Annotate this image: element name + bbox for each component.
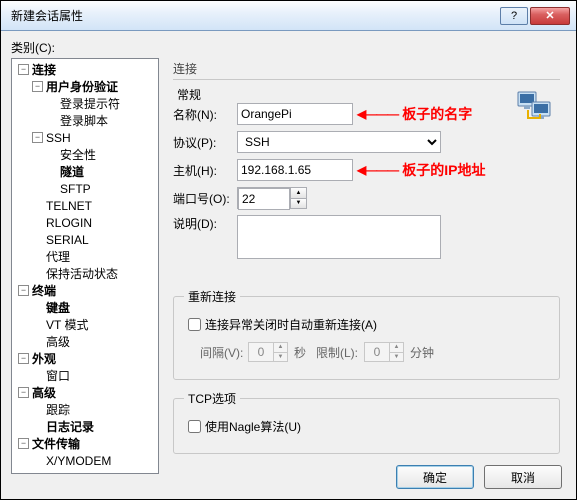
protocol-select[interactable]: SSH (237, 131, 441, 153)
tree-terminal[interactable]: 终端 (32, 282, 56, 299)
tree-login-script[interactable]: 登录脚本 (60, 112, 108, 129)
tree-keepalive[interactable]: 保持活动状态 (46, 265, 118, 282)
port-label: 端口号(O): (173, 190, 237, 207)
nagle-checkbox[interactable] (188, 420, 201, 433)
tree-serial[interactable]: SERIAL (46, 233, 89, 247)
host-input[interactable] (237, 159, 353, 181)
interval-label: 间隔(V): (200, 344, 248, 361)
expand-icon[interactable]: − (18, 438, 29, 449)
reconnect-legend: 重新连接 (184, 288, 240, 305)
limit-stepper: ▲▼ (364, 342, 404, 362)
help-button[interactable]: ? (500, 7, 528, 25)
window-title: 新建会话属性 (7, 7, 498, 24)
interval-input (249, 343, 273, 361)
ok-button[interactable]: 确定 (396, 465, 474, 489)
tree-window[interactable]: 窗口 (46, 367, 70, 384)
divider (173, 79, 560, 80)
name-label: 名称(N): (173, 106, 237, 123)
tree-appearance[interactable]: 外观 (32, 350, 56, 367)
tree-proxy[interactable]: 代理 (46, 248, 70, 265)
cancel-button[interactable]: 取消 (484, 465, 562, 489)
spin-up-icon[interactable]: ▲ (291, 188, 306, 199)
reconnect-group: 重新连接 连接异常关闭时自动重新连接(A) 间隔(V): ▲▼ 秒 限制(L): (173, 288, 560, 380)
titlebar: 新建会话属性 ? ✕ (1, 1, 576, 31)
tree-rlogin[interactable]: RLOGIN (46, 216, 92, 230)
host-label: 主机(H): (173, 162, 237, 179)
annotation-host: 板子的IP地址 (402, 160, 485, 180)
category-tree[interactable]: −连接 −用户身份验证 登录提示符 登录脚本 −SSH 安全性 (11, 58, 159, 474)
tree-login-prompt[interactable]: 登录提示符 (60, 95, 120, 112)
tree-auth[interactable]: 用户身份验证 (46, 78, 118, 95)
tree-tunnel[interactable]: 隧道 (60, 163, 84, 180)
spin-down-icon[interactable]: ▼ (291, 199, 306, 209)
auto-reconnect-checkbox[interactable] (188, 318, 201, 331)
dialog-window: 新建会话属性 ? ✕ 类别(C): −连接 −用户身份验证 登录提示符 登录脚本 (0, 0, 577, 500)
tree-vtmode[interactable]: VT 模式 (46, 316, 88, 333)
nagle-label: 使用Nagle算法(U) (205, 418, 301, 435)
tree-security[interactable]: 安全性 (60, 146, 96, 163)
close-button[interactable]: ✕ (530, 7, 570, 25)
interval-unit: 秒 (294, 344, 306, 361)
expand-icon[interactable]: − (32, 132, 43, 143)
expand-icon[interactable]: − (18, 387, 29, 398)
limit-unit: 分钟 (410, 344, 434, 361)
tree-trace[interactable]: 跟踪 (46, 401, 70, 418)
limit-label: 限制(L): (316, 344, 364, 361)
category-label: 类别(C): (11, 39, 566, 56)
description-textarea[interactable] (237, 215, 441, 259)
tcp-legend: TCP选项 (184, 390, 240, 407)
panel-heading: 连接 (173, 60, 560, 77)
limit-input (365, 343, 389, 361)
tree-keyboard[interactable]: 键盘 (46, 299, 70, 316)
expand-icon[interactable]: − (18, 64, 29, 75)
desc-label: 说明(D): (173, 215, 237, 232)
connection-icon (516, 88, 552, 124)
tree-connection[interactable]: 连接 (32, 61, 56, 78)
name-input[interactable] (237, 103, 353, 125)
interval-stepper: ▲▼ (248, 342, 288, 362)
port-stepper[interactable]: ▲▼ (237, 187, 307, 209)
tree-advanced-term[interactable]: 高级 (46, 333, 70, 350)
auto-reconnect-label: 连接异常关闭时自动重新连接(A) (205, 316, 377, 333)
arrow-icon: ◀——— (357, 163, 398, 177)
expand-icon[interactable]: − (32, 81, 43, 92)
tree-logging[interactable]: 日志记录 (46, 418, 94, 435)
general-legend: 常规 (173, 86, 205, 103)
arrow-icon: ◀——— (357, 107, 398, 121)
tree-ssh[interactable]: SSH (46, 131, 71, 145)
expand-icon[interactable]: − (18, 285, 29, 296)
annotation-name: 板子的名字 (402, 104, 472, 124)
general-group: 常规 名称(N): ◀——— 板子的名字 协议(P): SSH 主机(H): (173, 86, 560, 278)
tree-filetransfer[interactable]: 文件传输 (32, 435, 80, 452)
port-input[interactable] (238, 188, 290, 210)
tree-xymodem[interactable]: X/YMODEM (46, 454, 111, 468)
tree-advanced[interactable]: 高级 (32, 384, 56, 401)
tcp-group: TCP选项 使用Nagle算法(U) (173, 390, 560, 454)
proto-label: 协议(P): (173, 134, 237, 151)
tree-zmodem[interactable]: ZMODEM (46, 471, 99, 475)
tree-telnet[interactable]: TELNET (46, 199, 92, 213)
tree-sftp[interactable]: SFTP (60, 182, 91, 196)
expand-icon[interactable]: − (18, 353, 29, 364)
